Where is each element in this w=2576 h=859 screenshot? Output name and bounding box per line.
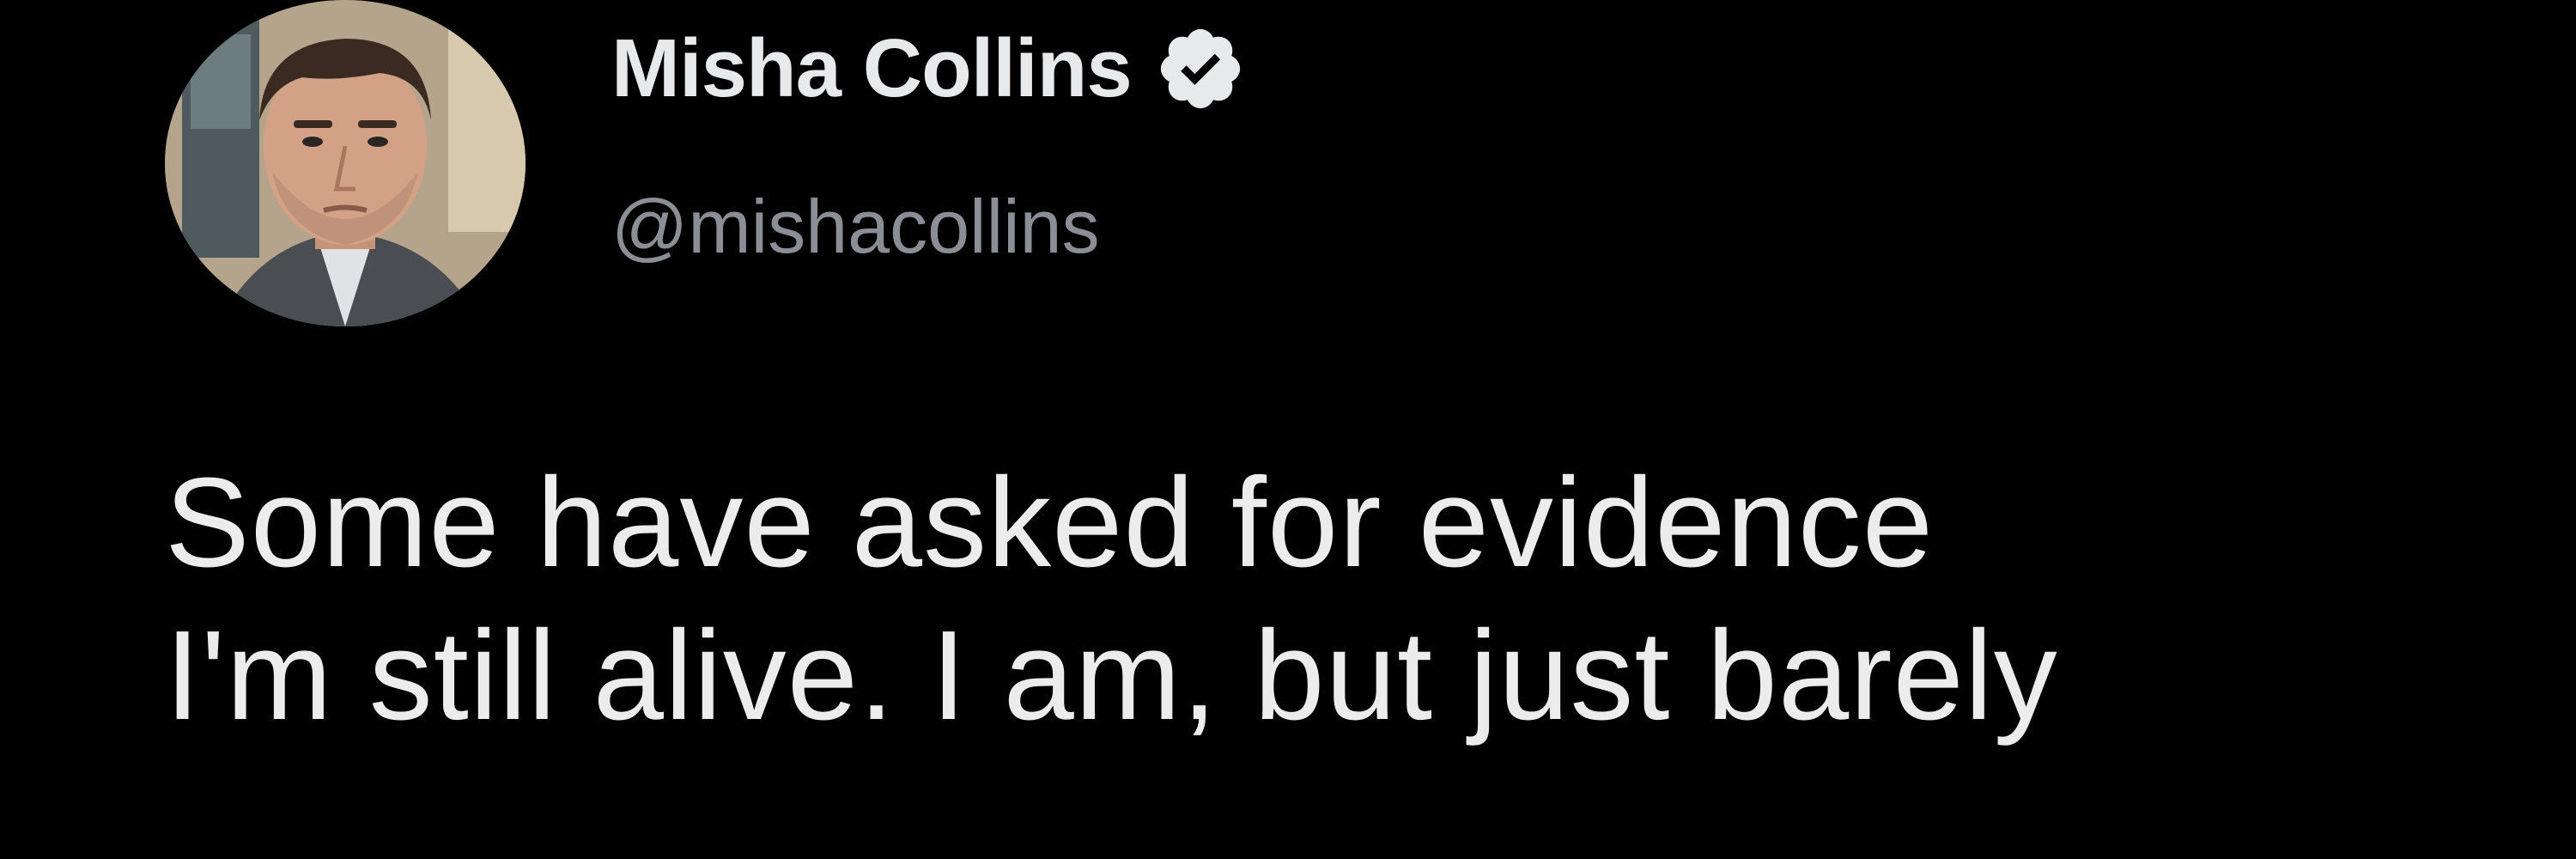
avatar-photo xyxy=(165,0,526,326)
author-name-row: Misha Collins xyxy=(611,9,1247,129)
avatar[interactable] xyxy=(165,0,526,326)
verified-badge-icon xyxy=(1154,22,1247,115)
tweet-card: Misha Collins @mishacollins Some have as… xyxy=(0,0,2576,859)
tweet-text: Some have asked for evidence I'm still a… xyxy=(165,452,2058,746)
author-info: Misha Collins @mishacollins xyxy=(611,9,1247,265)
author-display-name[interactable]: Misha Collins xyxy=(611,27,1133,110)
author-handle[interactable]: @mishacollins xyxy=(611,189,1100,265)
